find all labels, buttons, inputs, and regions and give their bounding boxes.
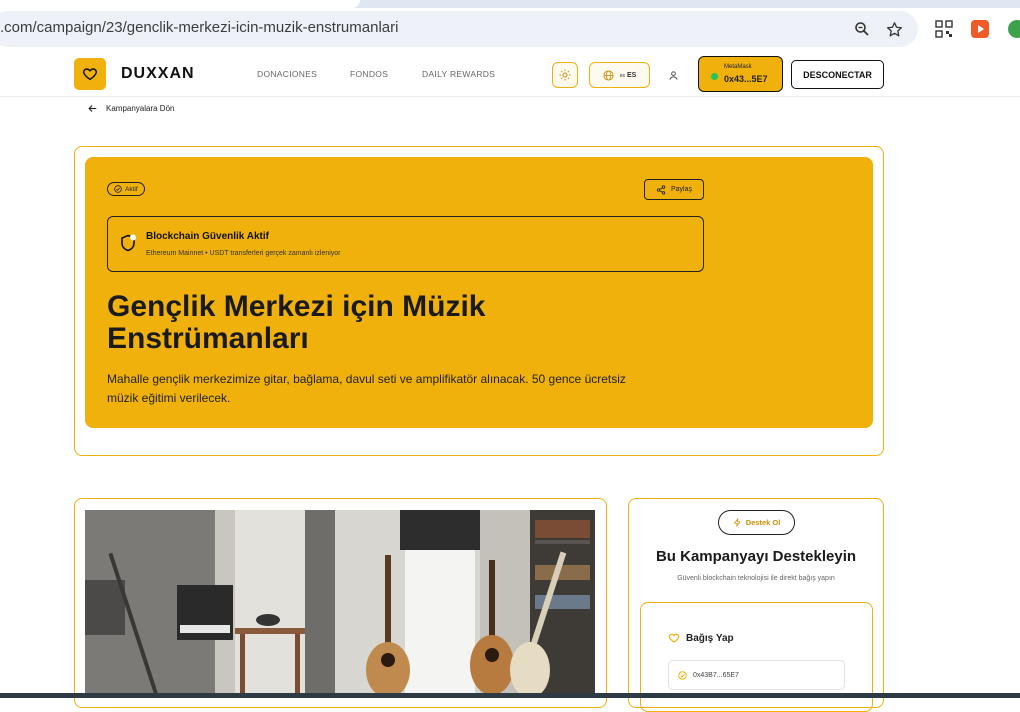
wallet-label: MetaMask [724, 64, 752, 70]
nav-donaciones[interactable]: DONACIONES [257, 69, 317, 79]
tab-strip [0, 0, 1020, 8]
share-label: Paylaş [670, 186, 692, 193]
campaign-description: Mahalle gençlik merkezimize gitar, bağla… [107, 372, 626, 405]
sun-icon [559, 69, 571, 81]
nav-daily-rewards[interactable]: DAILY REWARDS [422, 69, 495, 79]
support-title: Bu Kampanyayı Destekleyin [655, 548, 857, 565]
connected-dot-icon [711, 73, 718, 80]
disconnect-button[interactable]: DESCONECTAR [791, 60, 884, 89]
donate-address: 0x43B7...65E7 [693, 671, 739, 679]
language-code: ES [626, 71, 637, 79]
wallet-address-field[interactable]: 0x43B7...65E7 [668, 660, 845, 690]
lightning-icon [733, 518, 741, 527]
extension-icon[interactable] [1008, 20, 1020, 38]
status-label: Aktif [125, 185, 138, 193]
language-prefix: es [619, 72, 625, 79]
support-badge[interactable]: Destek Ol [718, 510, 795, 535]
donate-heading-label: Bağış Yap [686, 632, 734, 644]
campaign-title: Gençlik Merkezi için Müzik Enstrümanları [107, 290, 486, 355]
security-subtitle: Ethereum Mainnet • USDT transferleri ger… [146, 250, 341, 257]
brand-name[interactable]: DUXXAN [121, 65, 195, 83]
share-button[interactable]: Paylaş [644, 179, 704, 200]
share-icon [656, 184, 666, 195]
url-text[interactable]: .com/campaign/23/genclik-merkezi-icin-mu… [0, 19, 398, 36]
wallet-button[interactable]: MetaMask 0x43...5E7 [698, 56, 783, 92]
check-circle-icon [678, 670, 687, 680]
qr-extension-icon[interactable] [935, 20, 953, 38]
nav-fondos[interactable]: FONDOS [350, 69, 388, 79]
language-selector[interactable]: es ES [589, 62, 650, 88]
status-badge: Aktif [107, 182, 145, 196]
donate-heading: Bağış Yap [668, 632, 734, 644]
video-extension-icon[interactable] [971, 20, 989, 38]
theme-toggle-button[interactable] [552, 62, 578, 88]
security-title: Blockchain Güvenlik Aktif [146, 231, 269, 242]
active-tab[interactable] [0, 0, 360, 8]
security-notice: Blockchain Güvenlik Aktif Ethereum Mainn… [107, 216, 704, 272]
zoom-icon[interactable] [852, 19, 872, 39]
browser-chrome: .com/campaign/23/genclik-merkezi-icin-mu… [0, 0, 1020, 52]
app-header: DUXXAN DONACIONES FONDOS DAILY REWARDS e… [0, 52, 1020, 97]
support-subtitle: Güvenli blockchain teknolojisi ile direk… [677, 575, 835, 582]
heart-icon [668, 633, 680, 643]
shield-icon [120, 234, 136, 257]
user-icon[interactable] [668, 68, 679, 86]
arrow-left-icon [88, 105, 97, 112]
back-link-label: Kampanyalara Dön [106, 104, 175, 113]
check-circle-icon [114, 185, 122, 193]
bookmark-star-icon[interactable] [884, 19, 904, 39]
taskbar [0, 693, 1020, 698]
globe-icon [603, 69, 614, 81]
wallet-address: 0x43...5E7 [724, 74, 768, 84]
campaign-image [85, 510, 595, 698]
back-link[interactable]: Kampanyalara Dön [88, 104, 174, 113]
support-badge-label: Destek Ol [745, 518, 781, 527]
logo-heart-icon[interactable] [74, 58, 106, 90]
